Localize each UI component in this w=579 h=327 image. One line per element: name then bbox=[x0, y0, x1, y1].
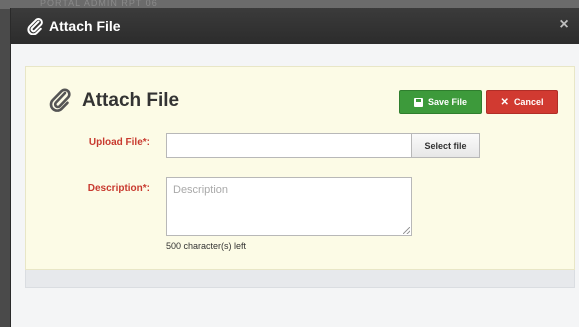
close-icon[interactable]: × bbox=[557, 15, 571, 35]
character-count: 500 character(s) left bbox=[166, 241, 247, 251]
dialog-title: Attach File bbox=[49, 18, 121, 34]
textarea-resize-handle[interactable] bbox=[403, 227, 410, 234]
description-label: Description*: bbox=[87, 183, 150, 194]
save-file-label: Save File bbox=[427, 97, 468, 107]
form-title: Attach File bbox=[82, 90, 180, 111]
description-textarea[interactable] bbox=[166, 177, 412, 236]
upload-file-input[interactable] bbox=[166, 133, 412, 158]
dialog-header: Attach File × bbox=[11, 8, 579, 44]
cancel-label: Cancel bbox=[513, 97, 544, 107]
attach-file-dialog: Attach File × Attach File Save File ✕ Ca… bbox=[10, 8, 579, 327]
paperclip-icon bbox=[27, 17, 43, 35]
floppy-disk-icon bbox=[413, 97, 423, 107]
cancel-button[interactable]: ✕ Cancel bbox=[486, 90, 558, 114]
save-file-button[interactable]: Save File bbox=[399, 90, 482, 114]
paperclip-icon bbox=[49, 88, 71, 112]
attach-file-form: Attach File Save File ✕ Cancel Upload Fi… bbox=[25, 66, 575, 270]
select-file-button[interactable]: Select file bbox=[411, 133, 480, 158]
upload-file-label: Upload File*: bbox=[88, 137, 150, 148]
x-icon: ✕ bbox=[500, 96, 509, 108]
background-page-text: PORTAL ADMIN RPT 06 bbox=[40, 0, 158, 8]
form-footer-bar bbox=[25, 270, 575, 288]
